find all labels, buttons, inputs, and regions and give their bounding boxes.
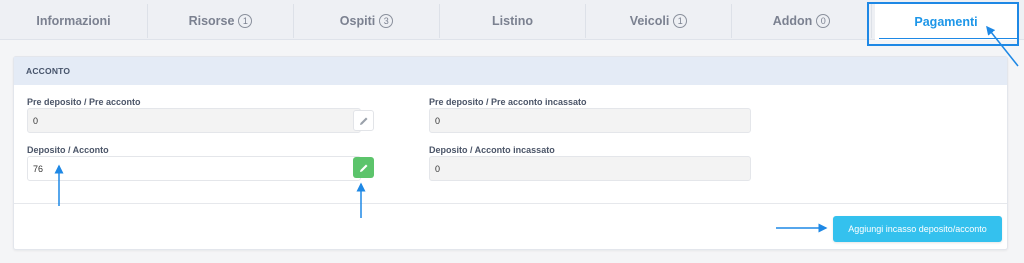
tab-veicoli[interactable]: Veicoli 1 — [586, 4, 732, 38]
tab-label: Informazioni — [36, 14, 111, 28]
tab-informazioni[interactable]: Informazioni — [0, 4, 148, 38]
field-value: 0 — [435, 163, 441, 174]
field-value: 0 — [435, 115, 441, 126]
pre-deposit-collected-field: 0 — [429, 108, 751, 133]
deposit-edit-button[interactable] — [353, 157, 374, 178]
count-badge: 0 — [816, 14, 831, 28]
tab-listino[interactable]: Listino — [440, 4, 586, 38]
count-badge: 3 — [379, 14, 394, 28]
tab-risorse[interactable]: Risorse 1 — [148, 4, 294, 38]
tab-label: Veicoli — [629, 14, 670, 28]
deposit-collected-field: 0 — [429, 156, 751, 181]
pre-deposit-field[interactable]: 0 — [27, 108, 361, 133]
tab-bar: Informazioni Risorse 1 Ospiti 3 Listino … — [0, 0, 1024, 40]
tab-ospiti[interactable]: Ospiti 3 — [294, 4, 440, 38]
field-value: 76 — [33, 163, 44, 174]
pencil-icon — [359, 164, 367, 172]
tab-label: Ospiti — [339, 14, 376, 28]
count-badge: 1 — [673, 14, 688, 28]
deposit-label: Deposito / Acconto — [27, 145, 109, 155]
pencil-icon — [359, 117, 367, 125]
deposit-collected-label: Deposito / Acconto incassato — [429, 145, 555, 155]
tab-addon[interactable]: Addon 0 — [732, 4, 872, 38]
pre-deposit-collected-label: Pre deposito / Pre acconto incassato — [429, 97, 587, 107]
tab-label: Pagamenti — [914, 15, 978, 29]
field-value: 0 — [33, 115, 39, 126]
payments-page: Informazioni Risorse 1 Ospiti 3 Listino … — [0, 0, 1024, 263]
pre-deposit-label: Pre deposito / Pre acconto — [27, 97, 141, 107]
count-badge: 1 — [238, 14, 253, 28]
tab-label: Listino — [492, 14, 533, 28]
divider — [14, 203, 1007, 204]
tab-pagamenti[interactable]: Pagamenti — [875, 4, 1017, 40]
deposit-field[interactable]: 76 — [27, 156, 361, 181]
add-deposit-button[interactable]: Aggiungi incasso deposito/acconto — [833, 216, 1002, 242]
pre-deposit-edit-button[interactable] — [353, 110, 374, 131]
section-title: ACCONTO — [14, 57, 1007, 85]
tab-label: Risorse — [188, 14, 235, 28]
tab-label: Addon — [772, 14, 813, 28]
